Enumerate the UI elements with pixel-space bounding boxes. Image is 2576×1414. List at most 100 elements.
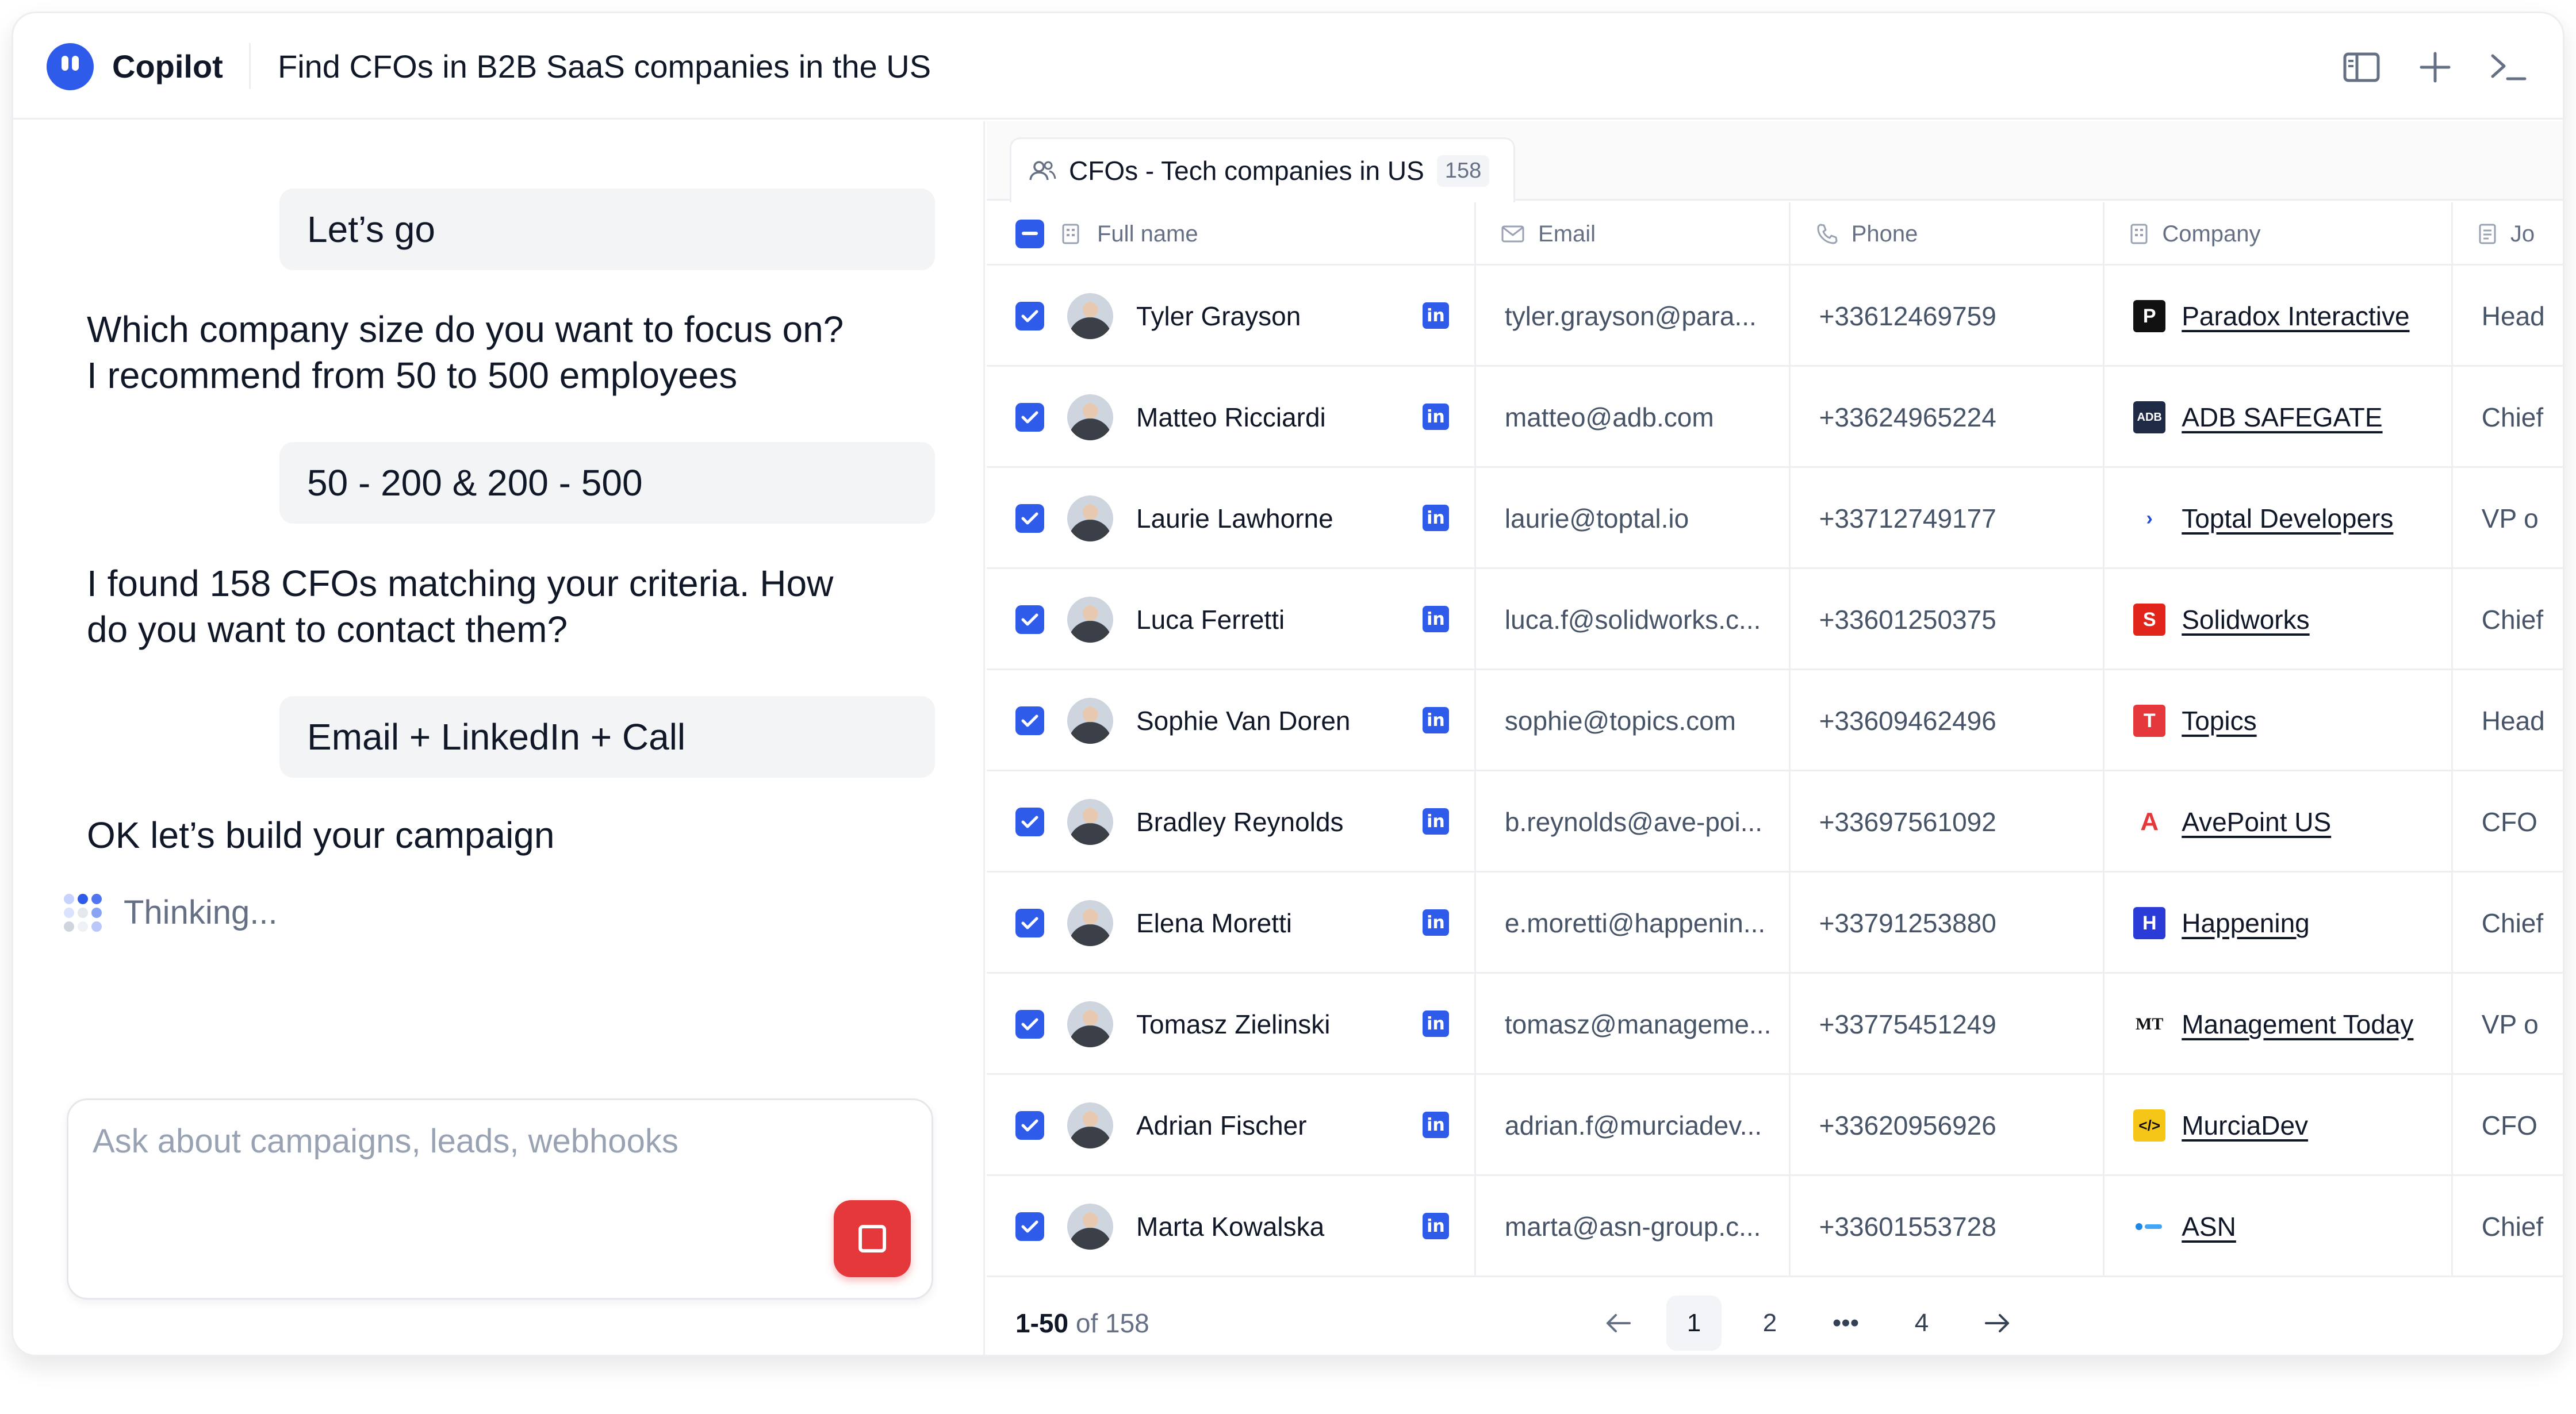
name-cell: Sophie Van Doren in	[987, 670, 1476, 771]
company-link[interactable]: ADB SAFEGATE	[2182, 402, 2382, 433]
page-button-4[interactable]: 4	[1894, 1296, 1949, 1351]
linkedin-icon[interactable]: in	[1422, 505, 1449, 531]
table-row[interactable]: Luca Ferretti in luca.f@solidworks.c... …	[987, 569, 2563, 670]
row-checkbox[interactable]	[1015, 808, 1044, 836]
row-checkbox[interactable]	[1015, 403, 1044, 432]
page-title: Find CFOs in B2B SaaS companies in the U…	[278, 48, 931, 84]
app-header: Copilot Find CFOs in B2B SaaS companies …	[13, 13, 2563, 120]
avatar	[1067, 900, 1113, 946]
pagination-summary: 1-50 of 158	[1015, 1308, 1149, 1339]
table-footer: 1-50 of 158 1 2 ••• 4	[987, 1288, 2563, 1355]
page-range: 1-50	[1015, 1308, 1069, 1338]
avatar	[1067, 394, 1113, 440]
linkedin-icon[interactable]: in	[1422, 1112, 1449, 1138]
email-cell: adrian.f@murciadev...	[1476, 1075, 1791, 1176]
company-link[interactable]: ASN	[2182, 1211, 2236, 1242]
assistant-message-line: I recommend from 50 to 500 employees	[87, 355, 738, 396]
table-row[interactable]: Matteo Ricciardi in matteo@adb.com +3362…	[987, 367, 2563, 468]
company-link[interactable]: Management Today	[2182, 1009, 2413, 1040]
avatar	[1067, 1001, 1113, 1047]
name-cell: Matteo Ricciardi in	[987, 367, 1476, 468]
terminal-icon[interactable]	[2489, 48, 2528, 87]
linkedin-icon[interactable]: in	[1422, 606, 1449, 632]
page-button-1[interactable]: 1	[1666, 1296, 1722, 1351]
column-header-name[interactable]: Full name	[987, 202, 1477, 266]
company-link[interactable]: Topics	[2182, 705, 2256, 736]
plus-icon[interactable]	[2416, 48, 2455, 87]
company-link[interactable]: Toptal Developers	[2182, 503, 2393, 534]
linkedin-icon[interactable]: in	[1422, 1213, 1449, 1239]
column-header-company[interactable]: Company	[2104, 202, 2453, 266]
page-button-2[interactable]: 2	[1742, 1296, 1797, 1351]
company-cell: T Topics	[2104, 670, 2453, 771]
topics-logo-icon: T	[2133, 705, 2166, 737]
row-checkbox[interactable]	[1015, 909, 1044, 937]
select-all-checkbox[interactable]	[1015, 220, 1044, 248]
linkedin-icon[interactable]: in	[1422, 909, 1449, 936]
linkedin-icon[interactable]: in	[1422, 302, 1449, 329]
stop-icon	[858, 1225, 886, 1252]
avatar	[1067, 799, 1113, 845]
column-header-job[interactable]: Jo	[2453, 202, 2563, 266]
page-ellipsis[interactable]: •••	[1818, 1296, 1873, 1351]
job-cell: Chief	[2481, 1212, 2544, 1242]
linkedin-icon[interactable]: in	[1422, 707, 1449, 733]
users-icon	[1029, 161, 1056, 180]
prev-page-button[interactable]	[1590, 1296, 1646, 1351]
assistant-message-line: do you want to contact them?	[87, 609, 568, 650]
copilot-window: Copilot Find CFOs in B2B SaaS companies …	[12, 11, 2564, 1357]
email-cell: laurie@toptal.io	[1476, 468, 1791, 569]
phone-cell: +33612469759	[1791, 266, 2105, 367]
company-link[interactable]: Paradox Interactive	[2182, 301, 2409, 332]
assistant-message: I found 158 CFOs matching your criteria.…	[87, 560, 926, 652]
header-divider	[249, 43, 251, 89]
stop-generation-button[interactable]	[834, 1200, 911, 1277]
row-checkbox[interactable]	[1015, 504, 1044, 533]
company-link[interactable]: MurciaDev	[2182, 1110, 2308, 1141]
company-link[interactable]: Solidworks	[2182, 604, 2309, 635]
sidebar-toggle-icon[interactable]	[2342, 48, 2381, 87]
column-header-email[interactable]: Email	[1476, 202, 1791, 266]
row-checkbox[interactable]	[1015, 1111, 1044, 1140]
table-row[interactable]: Laurie Lawhorne in laurie@toptal.io +337…	[987, 468, 2563, 569]
table-row[interactable]: Sophie Van Doren in sophie@topics.com +3…	[987, 670, 2563, 771]
phone-cell: +33697561092	[1791, 771, 2105, 873]
job-cell: VP o	[2481, 1009, 2539, 1039]
table-row[interactable]: Adrian Fischer in adrian.f@murciadev... …	[987, 1075, 2563, 1176]
column-header-phone[interactable]: Phone	[1791, 202, 2105, 266]
table-row[interactable]: Elena Moretti in e.moretti@happenin... +…	[987, 873, 2563, 974]
next-page-button[interactable]	[1970, 1296, 2025, 1351]
table-row[interactable]: Bradley Reynolds in b.reynolds@ave-poi..…	[987, 771, 2563, 873]
company-link[interactable]: AvePoint US	[2182, 806, 2331, 837]
linkedin-icon[interactable]: in	[1422, 1010, 1449, 1037]
row-checkbox[interactable]	[1015, 1010, 1044, 1039]
total-count: of 158	[1075, 1308, 1149, 1338]
phone-cell: +33609462496	[1791, 670, 2105, 771]
table-row[interactable]: Marta Kowalska in marta@asn-group.c... +…	[987, 1176, 2563, 1277]
company-cell: MT Management Today	[2104, 974, 2453, 1075]
tab-cfos-list[interactable]: CFOs - Tech companies in US 158	[1010, 137, 1516, 202]
paradox-logo-icon: P	[2133, 300, 2166, 332]
column-label: Jo	[2510, 221, 2535, 247]
linkedin-icon[interactable]: in	[1422, 404, 1449, 430]
phone-cell: +33712749177	[1791, 468, 2105, 569]
table-header: Full name Email Phone Company Jo	[987, 202, 2563, 266]
row-checkbox[interactable]	[1015, 1212, 1044, 1241]
row-checkbox[interactable]	[1015, 706, 1044, 735]
company-cell: ASN	[2104, 1176, 2453, 1277]
copilot-logo-icon	[47, 43, 94, 90]
table-row[interactable]: Tyler Grayson in tyler.grayson@para... +…	[987, 266, 2563, 367]
chat-composer	[67, 1098, 933, 1300]
row-checkbox[interactable]	[1015, 302, 1044, 331]
assistant-message-line: I found 158 CFOs matching your criteria.…	[87, 563, 834, 604]
job-cell: Chief	[2481, 605, 2544, 635]
pagination: 1 2 ••• 4	[1590, 1296, 2025, 1351]
table-row[interactable]: Tomasz Zielinski in tomasz@manageme... +…	[987, 974, 2563, 1075]
row-checkbox[interactable]	[1015, 605, 1044, 634]
chat-input[interactable]	[93, 1122, 840, 1191]
company-link[interactable]: Happening	[2182, 908, 2310, 939]
avatar	[1067, 1102, 1113, 1148]
linkedin-icon[interactable]: in	[1422, 808, 1449, 835]
person-name: Tyler Grayson	[1136, 301, 1301, 331]
asn-logo-icon	[2133, 1211, 2166, 1243]
